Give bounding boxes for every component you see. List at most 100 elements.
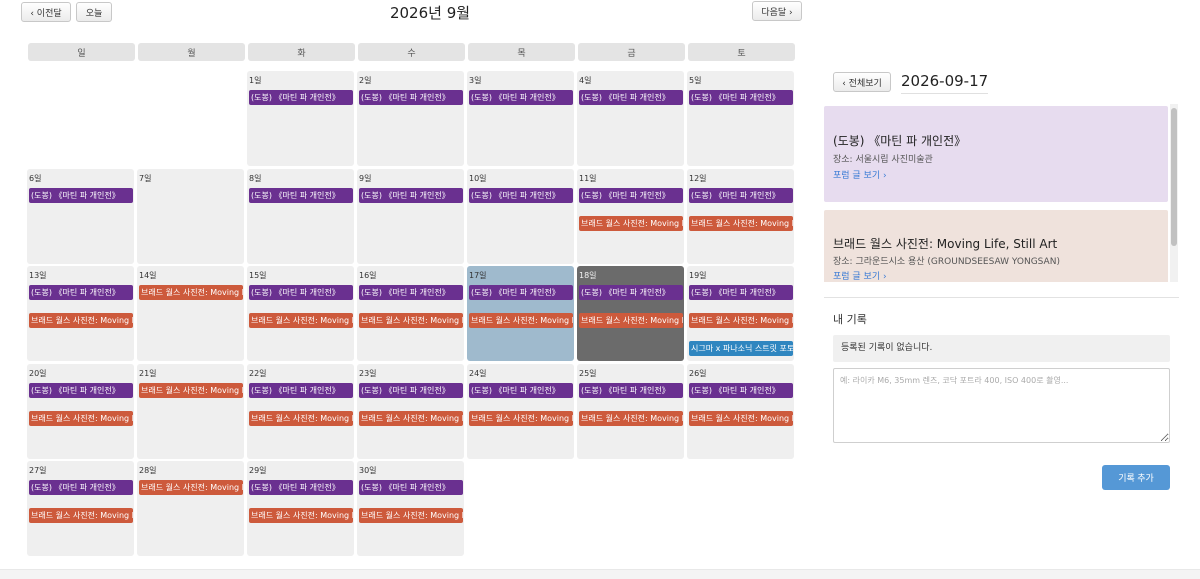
event-card-title: 브래드 월스 사진전: Moving Life, Still Art	[833, 237, 1058, 251]
event-chip-brad[interactable]: 브래드 월스 사진전: Moving Life, Still Art	[689, 411, 793, 426]
event-chip-dobong[interactable]: (도봉) 《마틴 파 개인전》	[579, 90, 683, 105]
day-cell[interactable]: 2일 (도봉) 《마틴 파 개인전》	[357, 71, 464, 166]
event-chip-dobong[interactable]: (도봉) 《마틴 파 개인전》	[689, 90, 793, 105]
event-chip-dobong[interactable]: (도봉) 《마틴 파 개인전》	[689, 383, 793, 398]
event-card[interactable]: 브래드 월스 사진전: Moving Life, Still Art 장소: 그…	[824, 210, 1168, 282]
event-chip-dobong[interactable]: (도봉) 《마틴 파 개인전》	[249, 90, 353, 105]
event-chip-dobong[interactable]: (도봉) 《마틴 파 개인전》	[29, 383, 133, 398]
day-cell[interactable]: 19일 (도봉) 《마틴 파 개인전》 브래드 월스 사진전: Moving Lif…	[687, 266, 794, 361]
day-number: 14일	[139, 271, 157, 280]
day-cell[interactable]: 27일 (도봉) 《마틴 파 개인전》 브래드 월스 사진전: Moving Lif…	[27, 461, 134, 556]
event-chip-dobong[interactable]: (도봉) 《마틴 파 개인전》	[359, 480, 463, 495]
event-chip-dobong[interactable]: (도봉) 《마틴 파 개인전》	[249, 285, 353, 300]
day-cell[interactable]: 4일 (도봉) 《마틴 파 개인전》	[577, 71, 684, 166]
event-chip-dobong[interactable]: (도봉) 《마틴 파 개인전》	[579, 188, 683, 203]
forum-post-link[interactable]: 포럼 글 보기 ›	[833, 269, 887, 282]
event-chip-brad[interactable]: 브래드 월스 사진전: Moving Life, Still Art	[469, 411, 573, 426]
event-chip-brad[interactable]: 브래드 월스 사진전: Moving Life, Still Art	[139, 480, 243, 495]
day-cell[interactable]: 13일 (도봉) 《마틴 파 개인전》 브래드 월스 사진전: Moving Lif…	[27, 266, 134, 361]
event-chip-brad[interactable]: 브래드 월스 사진전: Moving Life, Still Art	[359, 313, 463, 328]
event-chip-dobong[interactable]: (도봉) 《마틴 파 개인전》	[359, 383, 463, 398]
day-cell[interactable]: 12일 (도봉) 《마틴 파 개인전》 브래드 월스 사진전: Moving Lif…	[687, 169, 794, 264]
day-number: 28일	[139, 466, 157, 475]
event-chip-dobong[interactable]: (도봉) 《마틴 파 개인전》	[29, 188, 133, 203]
event-chip-dobong[interactable]: (도봉) 《마틴 파 개인전》	[469, 383, 573, 398]
day-number: 6일	[29, 174, 42, 183]
today-button[interactable]: 오늘	[76, 2, 112, 22]
log-input[interactable]	[833, 368, 1170, 443]
event-chip-dobong[interactable]: (도봉) 《마틴 파 개인전》	[249, 480, 353, 495]
event-chip-dobong[interactable]: (도봉) 《마틴 파 개인전》	[689, 188, 793, 203]
event-chip-dobong[interactable]: (도봉) 《마틴 파 개인전》	[469, 285, 573, 300]
event-chip-dobong[interactable]: (도봉) 《마틴 파 개인전》	[249, 383, 353, 398]
day-cell[interactable]: 9일 (도봉) 《마틴 파 개인전》	[357, 169, 464, 264]
event-chip-dobong[interactable]: (도봉) 《마틴 파 개인전》	[29, 285, 133, 300]
day-number: 4일	[579, 76, 592, 85]
day-cell[interactable]: 5일 (도봉) 《마틴 파 개인전》	[687, 71, 794, 166]
event-chip-dobong[interactable]: (도봉) 《마틴 파 개인전》	[359, 285, 463, 300]
day-number: 26일	[689, 369, 707, 378]
weekday-label: 목	[468, 43, 575, 61]
event-chip-sigma[interactable]: 시그마 x 파나소닉 스트릿 포토	[689, 341, 793, 356]
day-cell[interactable]: 16일 (도봉) 《마틴 파 개인전》 브래드 월스 사진전: Moving Lif…	[357, 266, 464, 361]
event-chip-dobong[interactable]: (도봉) 《마틴 파 개인전》	[249, 188, 353, 203]
day-cell[interactable]: 24일 (도봉) 《마틴 파 개인전》 브래드 월스 사진전: Moving Lif…	[467, 364, 574, 459]
day-cell[interactable]: 17일 (도봉) 《마틴 파 개인전》 브래드 월스 사진전: Moving Lif…	[467, 266, 574, 361]
event-chip-dobong[interactable]: (도봉) 《마틴 파 개인전》	[579, 285, 683, 300]
event-chip-dobong[interactable]: (도봉) 《마틴 파 개인전》	[359, 90, 463, 105]
day-cell[interactable]: 22일 (도봉) 《마틴 파 개인전》 브래드 월스 사진전: Moving Lif…	[247, 364, 354, 459]
event-chip-dobong[interactable]: (도봉) 《마틴 파 개인전》	[579, 383, 683, 398]
day-number: 1일	[249, 76, 262, 85]
event-chip-dobong[interactable]: (도봉) 《마틴 파 개인전》	[29, 480, 133, 495]
event-chip-brad[interactable]: 브래드 월스 사진전: Moving Life, Still Art	[139, 285, 243, 300]
event-chip-brad[interactable]: 브래드 월스 사진전: Moving Life, Still Art	[249, 508, 353, 523]
day-number: 11일	[579, 174, 597, 183]
day-number: 8일	[249, 174, 262, 183]
event-chip-dobong[interactable]: (도봉) 《마틴 파 개인전》	[469, 188, 573, 203]
event-chip-brad[interactable]: 브래드 월스 사진전: Moving Life, Still Art	[689, 216, 793, 231]
event-chip-brad[interactable]: 브래드 월스 사진전: Moving Life, Still Art	[359, 508, 463, 523]
prev-month-button[interactable]: ‹ 이전달	[21, 2, 71, 22]
day-cell[interactable]: 28일브래드 월스 사진전: Moving Life, Still Art	[137, 461, 244, 556]
event-card[interactable]: (도봉) 《마틴 파 개인전》 장소: 서울시립 사진미술관 포럼 글 보기 ›	[824, 106, 1168, 202]
day-cell[interactable]: 6일 (도봉) 《마틴 파 개인전》	[27, 169, 134, 264]
next-month-button[interactable]: 다음달 ›	[752, 1, 802, 21]
day-cell[interactable]: 20일 (도봉) 《마틴 파 개인전》 브래드 월스 사진전: Moving Lif…	[27, 364, 134, 459]
event-chip-brad[interactable]: 브래드 월스 사진전: Moving Life, Still Art	[29, 508, 133, 523]
event-chip-brad[interactable]: 브래드 월스 사진전: Moving Life, Still Art	[579, 411, 683, 426]
day-cell[interactable]: 10일 (도봉) 《마틴 파 개인전》	[467, 169, 574, 264]
day-cell[interactable]: 18일 (도봉) 《마틴 파 개인전》 브래드 월스 사진전: Moving Lif…	[577, 266, 684, 361]
event-chip-brad[interactable]: 브래드 월스 사진전: Moving Life, Still Art	[139, 383, 243, 398]
event-chip-brad[interactable]: 브래드 월스 사진전: Moving Life, Still Art	[579, 216, 683, 231]
add-log-button[interactable]: 기록 추가	[1102, 465, 1170, 490]
event-chip-dobong[interactable]: (도봉) 《마틴 파 개인전》	[359, 188, 463, 203]
day-number: 21일	[139, 369, 157, 378]
day-cell[interactable]: 14일브래드 월스 사진전: Moving Life, Still Art	[137, 266, 244, 361]
day-cell[interactable]: 15일 (도봉) 《마틴 파 개인전》 브래드 월스 사진전: Moving Lif…	[247, 266, 354, 361]
day-cell[interactable]: 1일 (도봉) 《마틴 파 개인전》	[247, 71, 354, 166]
day-cell[interactable]: 3일 (도봉) 《마틴 파 개인전》	[467, 71, 574, 166]
forum-post-link[interactable]: 포럼 글 보기 ›	[833, 168, 887, 181]
event-chip-brad[interactable]: 브래드 월스 사진전: Moving Life, Still Art	[689, 313, 793, 328]
event-chip-dobong[interactable]: (도봉) 《마틴 파 개인전》	[469, 90, 573, 105]
day-cell[interactable]: 25일 (도봉) 《마틴 파 개인전》 브래드 월스 사진전: Moving Lif…	[577, 364, 684, 459]
day-cell[interactable]: 11일 (도봉) 《마틴 파 개인전》 브래드 월스 사진전: Moving Lif…	[577, 169, 684, 264]
day-cell[interactable]: 30일 (도봉) 《마틴 파 개인전》 브래드 월스 사진전: Moving Lif…	[357, 461, 464, 556]
event-chip-brad[interactable]: 브래드 월스 사진전: Moving Life, Still Art	[469, 313, 573, 328]
day-cell[interactable]: 23일 (도봉) 《마틴 파 개인전》 브래드 월스 사진전: Moving Lif…	[357, 364, 464, 459]
day-cell[interactable]: 7일	[137, 169, 244, 264]
day-cell[interactable]: 21일브래드 월스 사진전: Moving Life, Still Art	[137, 364, 244, 459]
event-chip-brad[interactable]: 브래드 월스 사진전: Moving Life, Still Art	[29, 313, 133, 328]
back-to-all-button[interactable]: ‹ 전체보기	[833, 72, 891, 92]
day-cell[interactable]: 26일 (도봉) 《마틴 파 개인전》 브래드 월스 사진전: Moving Lif…	[687, 364, 794, 459]
day-cell[interactable]: 8일 (도봉) 《마틴 파 개인전》	[247, 169, 354, 264]
event-chip-dobong[interactable]: (도봉) 《마틴 파 개인전》	[689, 285, 793, 300]
event-chip-brad[interactable]: 브래드 월스 사진전: Moving Life, Still Art	[249, 411, 353, 426]
weekday-label: 일	[28, 43, 135, 61]
event-chip-brad[interactable]: 브래드 월스 사진전: Moving Life, Still Art	[359, 411, 463, 426]
day-cell[interactable]: 29일 (도봉) 《마틴 파 개인전》 브래드 월스 사진전: Moving Lif…	[247, 461, 354, 556]
event-list-scrollbar-thumb[interactable]	[1171, 108, 1177, 246]
event-chip-brad[interactable]: 브래드 월스 사진전: Moving Life, Still Art	[29, 411, 133, 426]
event-chip-brad[interactable]: 브래드 월스 사진전: Moving Life, Still Art	[579, 313, 683, 328]
event-chip-brad[interactable]: 브래드 월스 사진전: Moving Life, Still Art	[249, 313, 353, 328]
